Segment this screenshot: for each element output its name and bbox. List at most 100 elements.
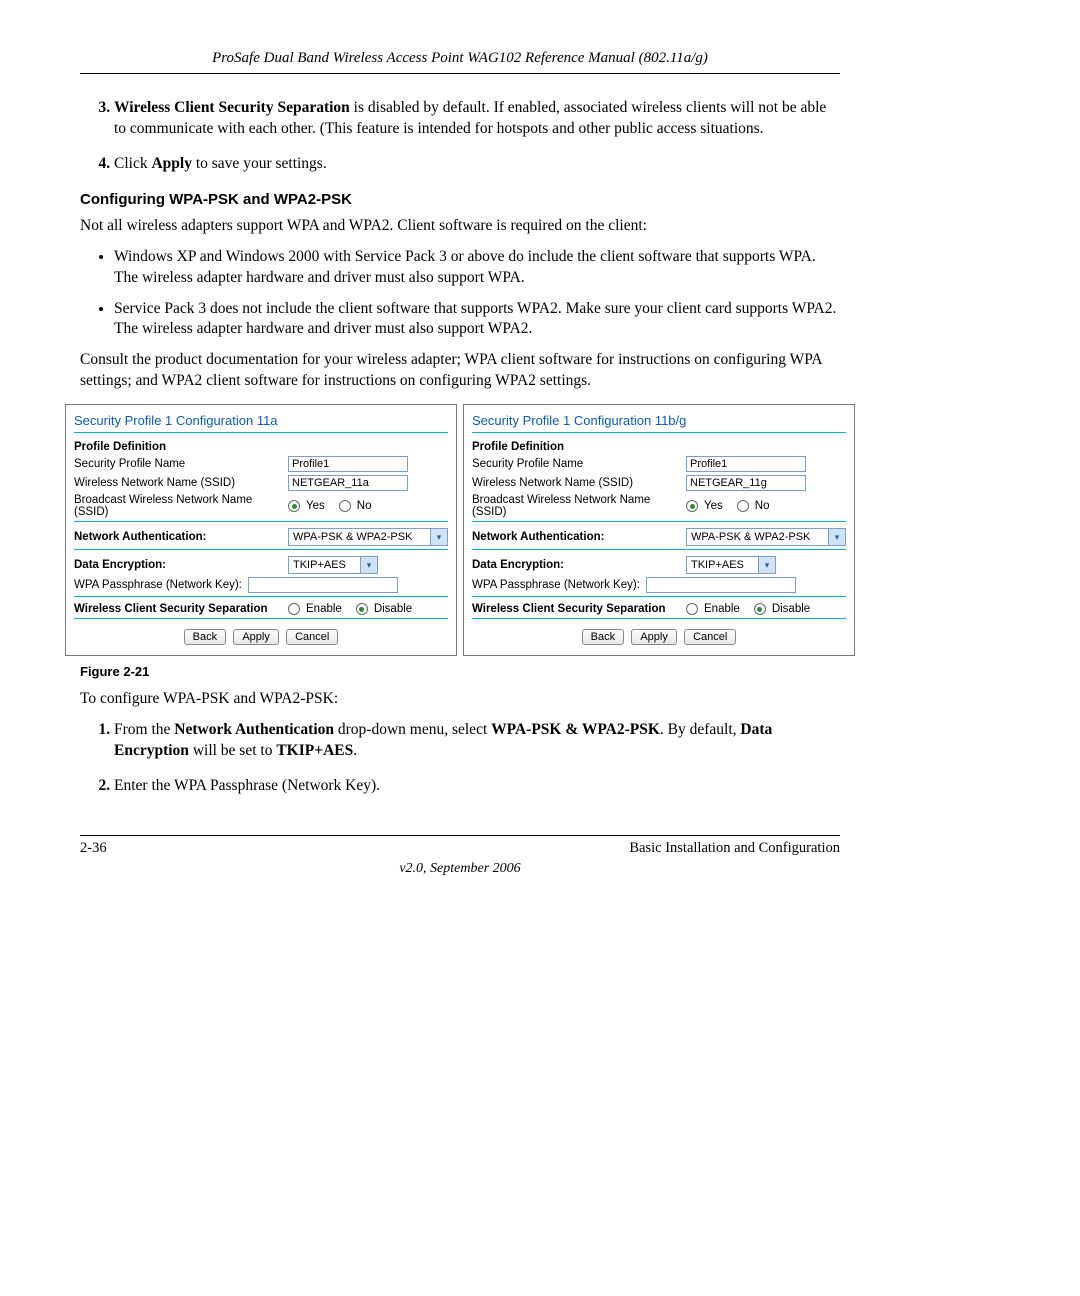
footer-version: v2.0, September 2006 <box>80 861 840 877</box>
bold-span: TKIP+AES <box>276 742 353 759</box>
bold-span: WPA-PSK & WPA2-PSK <box>491 721 660 738</box>
chevron-down-icon: ▾ <box>430 529 447 545</box>
radio-disable[interactable] <box>356 603 368 615</box>
chevron-down-icon: ▾ <box>360 557 377 573</box>
ssid-input[interactable] <box>288 475 408 491</box>
radio-enable[interactable] <box>288 603 300 615</box>
list-item: Service Pack 3 does not include the clie… <box>114 299 840 341</box>
radio-label: Enable <box>306 603 342 615</box>
select-value: TKIP+AES <box>691 559 744 571</box>
radio-yes[interactable] <box>686 500 698 512</box>
back-button[interactable]: Back <box>582 629 624 645</box>
radio-label: No <box>357 500 372 512</box>
field-label: WPA Passphrase (Network Key): <box>74 579 244 591</box>
text: . By default, <box>660 721 741 738</box>
radio-enable[interactable] <box>686 603 698 615</box>
bold-span: Wireless Client Security Separation <box>114 99 350 116</box>
divider <box>472 549 846 550</box>
profile-name-input[interactable] <box>288 456 408 472</box>
radio-label: Yes <box>306 500 325 512</box>
figure-caption: Figure 2-21 <box>80 664 840 679</box>
list-item-1: From the Network Authentication drop-dow… <box>114 720 840 762</box>
apply-button[interactable]: Apply <box>233 629 279 645</box>
text: will be set to <box>189 742 276 759</box>
chevron-down-icon: ▾ <box>828 529 845 545</box>
paragraph: Not all wireless adapters support WPA an… <box>80 216 840 237</box>
doc-header: ProSafe Dual Band Wireless Access Point … <box>80 50 840 67</box>
button-row: Back Apply Cancel <box>74 629 448 645</box>
section-label: Profile Definition <box>472 441 846 453</box>
text: . <box>353 742 357 759</box>
config-panel-11bg: Security Profile 1 Configuration 11b/g P… <box>463 404 855 656</box>
field-label: Security Profile Name <box>74 458 284 470</box>
divider <box>74 521 448 522</box>
section-label: Profile Definition <box>74 441 448 453</box>
field-label: Security Profile Name <box>472 458 682 470</box>
divider <box>472 432 846 433</box>
field-label: Wireless Client Security Separation <box>472 603 682 615</box>
footer: 2-36 Basic Installation and Configuratio… <box>80 835 840 877</box>
field-label: Network Authentication: <box>472 531 682 543</box>
bullet-list: Windows XP and Windows 2000 with Service… <box>80 247 840 341</box>
cancel-button[interactable]: Cancel <box>684 629 736 645</box>
select-value: TKIP+AES <box>293 559 346 571</box>
divider <box>472 596 846 597</box>
auth-select[interactable]: WPA-PSK & WPA2-PSK ▾ <box>288 528 448 546</box>
select-value: WPA-PSK & WPA2-PSK <box>293 531 412 543</box>
radio-label: No <box>755 500 770 512</box>
divider <box>74 432 448 433</box>
field-label: WPA Passphrase (Network Key): <box>472 579 642 591</box>
radio-no[interactable] <box>339 500 351 512</box>
text: to save your settings. <box>192 155 327 172</box>
radio-label: Disable <box>374 603 412 615</box>
text: From the <box>114 721 174 738</box>
field-label: Broadcast Wireless Network Name (SSID) <box>472 494 682 518</box>
field-label: Data Encryption: <box>74 559 284 571</box>
list-item-3: Wireless Client Security Separation is d… <box>114 98 840 140</box>
passphrase-input[interactable] <box>646 577 796 593</box>
paragraph: To configure WPA-PSK and WPA2-PSK: <box>80 689 840 710</box>
list-item: Windows XP and Windows 2000 with Service… <box>114 247 840 289</box>
apply-button[interactable]: Apply <box>631 629 677 645</box>
radio-label: Enable <box>704 603 740 615</box>
cancel-button[interactable]: Cancel <box>286 629 338 645</box>
field-label: Wireless Network Name (SSID) <box>74 477 284 489</box>
bold-span: Apply <box>151 155 192 172</box>
profile-name-input[interactable] <box>686 456 806 472</box>
field-label: Wireless Network Name (SSID) <box>472 477 682 489</box>
radio-label: Disable <box>772 603 810 615</box>
radio-yes[interactable] <box>288 500 300 512</box>
panel-title: Security Profile 1 Configuration 11b/g <box>472 413 846 428</box>
divider <box>74 618 448 619</box>
divider <box>74 549 448 550</box>
select-value: WPA-PSK & WPA2-PSK <box>691 531 810 543</box>
figure-panels: Security Profile 1 Configuration 11a Pro… <box>80 404 840 656</box>
page-number: 2-36 <box>80 840 107 857</box>
auth-select[interactable]: WPA-PSK & WPA2-PSK ▾ <box>686 528 846 546</box>
divider <box>74 596 448 597</box>
chevron-down-icon: ▾ <box>758 557 775 573</box>
bold-span: Network Authentication <box>174 721 334 738</box>
button-row: Back Apply Cancel <box>472 629 846 645</box>
footer-rule <box>80 835 840 836</box>
numbered-list-steps: From the Network Authentication drop-dow… <box>80 720 840 797</box>
panel-title: Security Profile 1 Configuration 11a <box>74 413 448 428</box>
header-rule <box>80 73 840 74</box>
encryption-select[interactable]: TKIP+AES ▾ <box>686 556 776 574</box>
list-item-2: Enter the WPA Passphrase (Network Key). <box>114 776 840 797</box>
section-heading: Configuring WPA-PSK and WPA2-PSK <box>80 191 840 208</box>
field-label: Network Authentication: <box>74 531 284 543</box>
radio-label: Yes <box>704 500 723 512</box>
back-button[interactable]: Back <box>184 629 226 645</box>
ssid-input[interactable] <box>686 475 806 491</box>
radio-no[interactable] <box>737 500 749 512</box>
numbered-list-top: Wireless Client Security Separation is d… <box>80 98 840 175</box>
radio-disable[interactable] <box>754 603 766 615</box>
divider <box>472 521 846 522</box>
text: Click <box>114 155 151 172</box>
field-label: Broadcast Wireless Network Name (SSID) <box>74 494 284 518</box>
passphrase-input[interactable] <box>248 577 398 593</box>
encryption-select[interactable]: TKIP+AES ▾ <box>288 556 378 574</box>
list-item-4: Click Apply to save your settings. <box>114 154 840 175</box>
text: drop-down menu, select <box>334 721 491 738</box>
